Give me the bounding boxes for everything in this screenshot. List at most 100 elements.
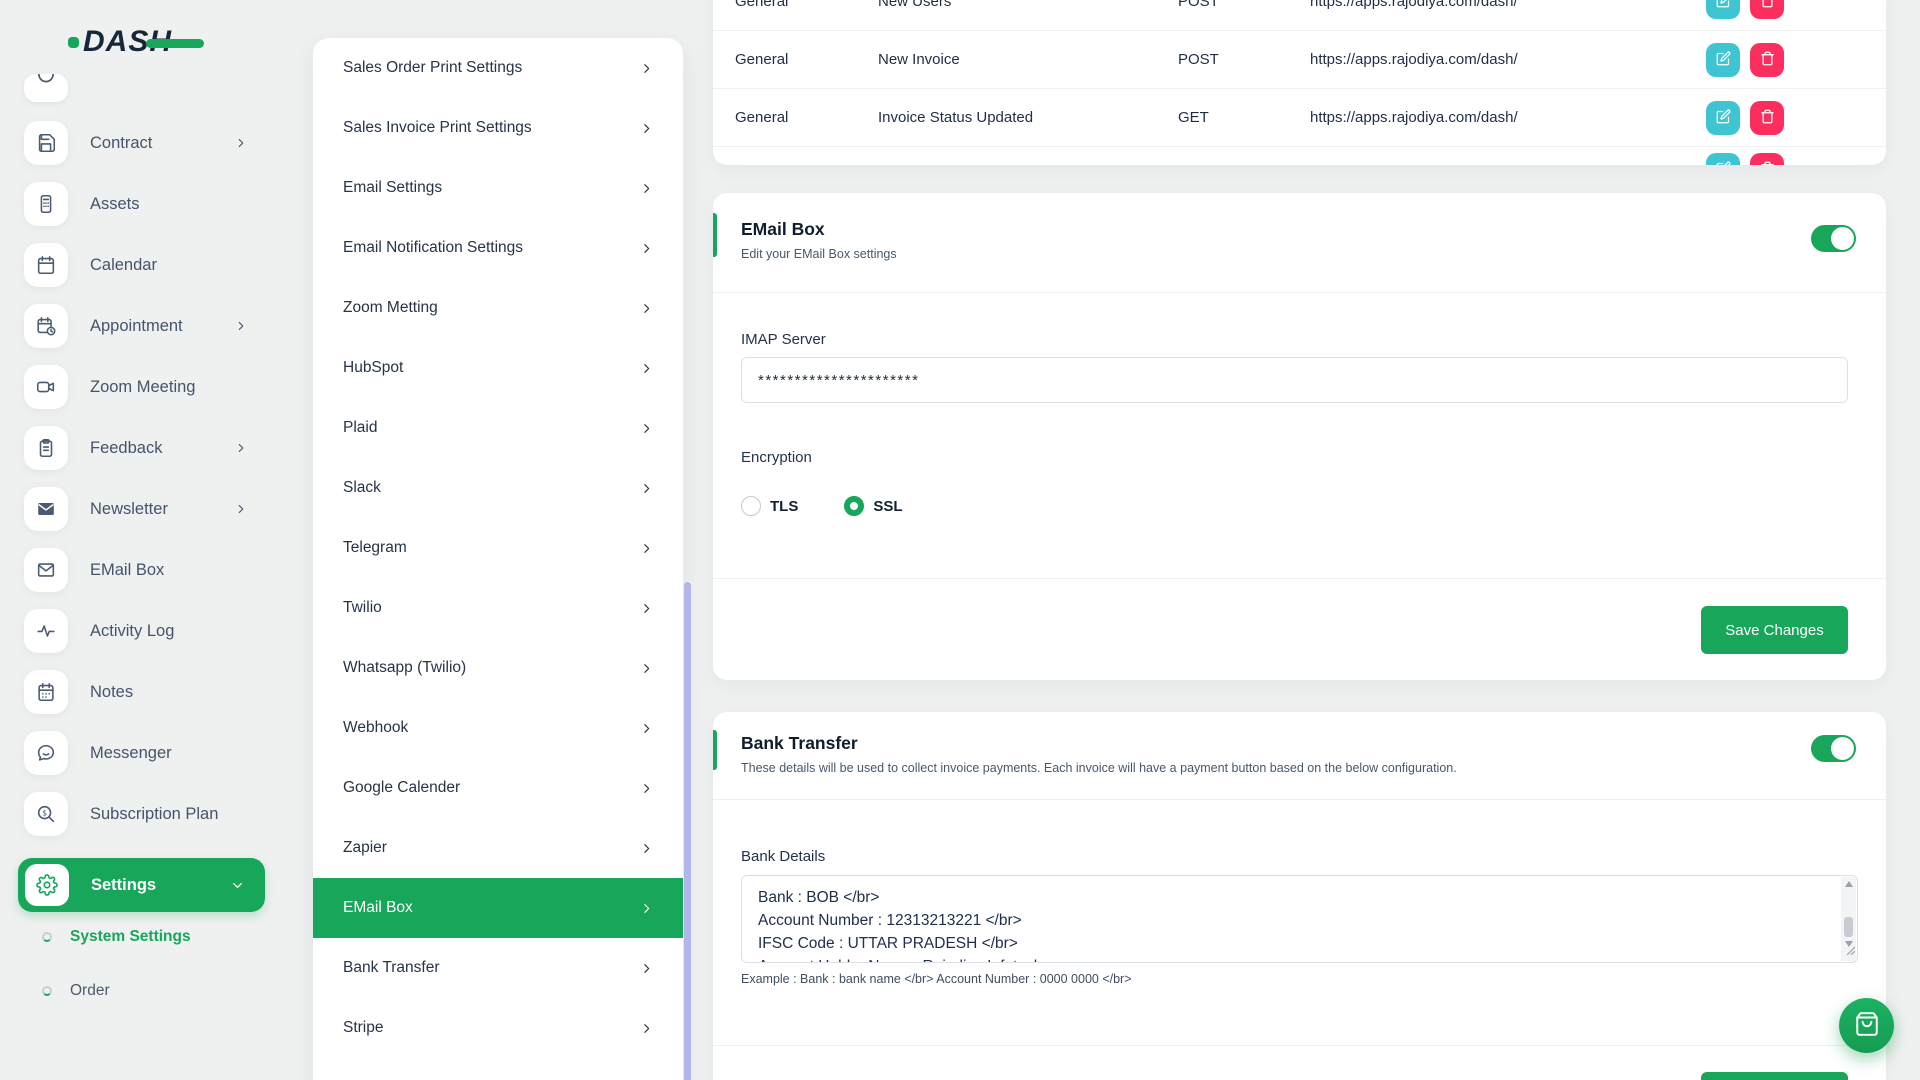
sidebar-item-messenger[interactable]: Messenger — [24, 731, 282, 775]
edit-pencil-icon — [1716, 109, 1731, 127]
sidebar-item-calendar[interactable]: Calendar — [24, 243, 282, 287]
sidebar-item-contract[interactable]: Contract — [24, 121, 282, 165]
sidebar-item-subscription-plan[interactable]: $ Subscription Plan — [24, 792, 282, 836]
card-subtitle: These details will be used to collect in… — [741, 761, 1848, 775]
card-title: Bank Transfer — [741, 733, 1848, 754]
bank-details-label: Bank Details — [741, 848, 1858, 865]
chat-bubble-icon — [24, 731, 68, 775]
calculator-icon — [24, 182, 68, 226]
sidebar-subitem-system-settings[interactable]: System Settings — [42, 928, 191, 946]
chevron-right-icon — [234, 441, 248, 455]
table-row: General New Users POST https://apps.rajo… — [713, 0, 1886, 31]
chevron-right-icon — [640, 62, 653, 75]
envelope-outline-icon — [24, 548, 68, 592]
chevron-right-icon — [640, 302, 653, 315]
scrollbar-thumb[interactable] — [1844, 917, 1853, 937]
submenu-item-slack[interactable]: Slack — [313, 458, 683, 518]
logo-bar-icon — [146, 39, 204, 48]
chevron-right-icon — [640, 182, 653, 195]
bank-details-textarea[interactable]: Bank : BOB </br> Account Number : 123132… — [741, 875, 1858, 963]
delete-button[interactable] — [1750, 101, 1784, 135]
chevron-right-icon — [640, 722, 653, 735]
submenu-item-zoom-meeting[interactable]: Zoom Metting — [313, 278, 683, 338]
sidebar-item-label: Notes — [90, 683, 133, 702]
delete-button[interactable] — [1750, 153, 1784, 165]
sidebar-item-label: EMail Box — [90, 561, 164, 580]
bullet-circle-icon — [42, 986, 52, 996]
circular-arc-icon — [34, 74, 58, 102]
sidebar-item-activity-log[interactable]: Activity Log — [24, 609, 282, 653]
table-row: General Invoice Status Updated GET https… — [713, 89, 1886, 147]
chevron-right-icon — [640, 542, 653, 555]
submenu-item-email-notification-settings[interactable]: Email Notification Settings — [313, 218, 683, 278]
cell-event: Invoice Status Updated — [878, 109, 1178, 126]
submenu-scrollbar[interactable] — [684, 582, 691, 1080]
sidebar-item-assets[interactable]: Assets — [24, 182, 282, 226]
card-subtitle: Edit your EMail Box settings — [741, 247, 1848, 261]
radio-ssl[interactable]: SSL — [844, 496, 902, 516]
sidebar-item-notes[interactable]: Notes — [24, 670, 282, 714]
sidebar-item-email-box[interactable]: EMail Box — [24, 548, 282, 592]
save-changes-button[interactable]: Save Changes — [1701, 606, 1848, 654]
edit-button[interactable] — [1706, 153, 1740, 165]
delete-button[interactable] — [1750, 43, 1784, 77]
bank-transfer-toggle[interactable] — [1811, 735, 1856, 762]
chevron-right-icon — [640, 602, 653, 615]
email-box-toggle[interactable] — [1811, 225, 1856, 252]
cell-method: POST — [1178, 51, 1310, 68]
submenu-item-google-calendar[interactable]: Google Calender — [313, 758, 683, 818]
sidebar-subitem-order[interactable]: Order — [42, 982, 110, 1000]
submenu-item-sales-invoice-print-settings[interactable]: Sales Invoice Print Settings — [313, 98, 683, 158]
chevron-right-icon — [640, 902, 653, 915]
sidebar-item-newsletter[interactable]: Newsletter — [24, 487, 282, 531]
cell-module: General — [735, 109, 878, 126]
submenu-item-plaid[interactable]: Plaid — [313, 398, 683, 458]
edit-pencil-icon — [1716, 161, 1731, 165]
submenu-item-bank-transfer[interactable]: Bank Transfer — [313, 938, 683, 998]
sidebar-item-label: Contract — [90, 134, 152, 153]
app-logo[interactable]: DASH — [68, 22, 218, 62]
edit-button[interactable] — [1706, 101, 1740, 135]
bank-details-example: Example : Bank : bank name </br> Account… — [741, 972, 1858, 986]
floating-cart-button[interactable] — [1839, 998, 1894, 1053]
submenu-item-zapier[interactable]: Zapier — [313, 818, 683, 878]
sidebar-item-label: Newsletter — [90, 500, 168, 519]
submenu-item-webhook[interactable]: Webhook — [313, 698, 683, 758]
submenu-item-telegram[interactable]: Telegram — [313, 518, 683, 578]
save-changes-button-partial[interactable] — [1701, 1072, 1848, 1080]
submenu-item-sales-order-print-settings[interactable]: Sales Order Print Settings — [313, 38, 683, 98]
table-row: General New Invoice POST https://apps.ra… — [713, 31, 1886, 89]
sidebar-item-label: Activity Log — [90, 622, 174, 641]
accent-bar — [713, 213, 717, 257]
cell-url: https://apps.rajodiya.com/dash/ — [1310, 109, 1706, 126]
edit-button[interactable] — [1706, 43, 1740, 77]
scroll-up-arrow-icon[interactable] — [1845, 881, 1853, 887]
submenu-item-email-settings[interactable]: Email Settings — [313, 158, 683, 218]
sidebar-item-feedback[interactable]: Feedback — [24, 426, 282, 470]
radio-tls[interactable]: TLS — [741, 496, 798, 516]
sidebar-item-label: Assets — [90, 195, 140, 214]
toggle-knob — [1831, 227, 1854, 250]
bank-transfer-card: Bank Transfer These details will be used… — [713, 712, 1886, 1080]
activity-pulse-icon — [24, 609, 68, 653]
submenu-item-stripe[interactable]: Stripe — [313, 998, 683, 1058]
cell-url: https://apps.rajodiya.com/dash/ — [1310, 51, 1706, 68]
submenu-item-twilio[interactable]: Twilio — [313, 578, 683, 638]
submenu-item-whatsapp-twilio[interactable]: Whatsapp (Twilio) — [313, 638, 683, 698]
delete-button[interactable] — [1750, 0, 1784, 19]
floppy-icon — [24, 121, 68, 165]
submenu-item-paypal[interactable]: Paypal — [313, 1058, 683, 1080]
edit-button[interactable] — [1706, 0, 1740, 19]
sidebar-item-zoom-meeting[interactable]: Zoom Meeting — [24, 365, 282, 409]
sidebar-item-settings[interactable]: Settings — [18, 858, 265, 912]
sidebar-item-appointment[interactable]: Appointment — [24, 304, 282, 348]
sidebar-item-partial[interactable] — [24, 74, 68, 102]
submenu-item-hubspot[interactable]: HubSpot — [313, 338, 683, 398]
resize-grip-icon[interactable] — [1845, 942, 1855, 960]
imap-server-input[interactable] — [741, 357, 1848, 403]
submenu-item-email-box[interactable]: EMail Box — [313, 878, 683, 938]
trash-icon — [1760, 0, 1775, 11]
webhook-table-card: General New Users POST https://apps.rajo… — [713, 0, 1886, 165]
cell-event: New Invoice — [878, 51, 1178, 68]
encryption-label: Encryption — [741, 449, 1848, 466]
